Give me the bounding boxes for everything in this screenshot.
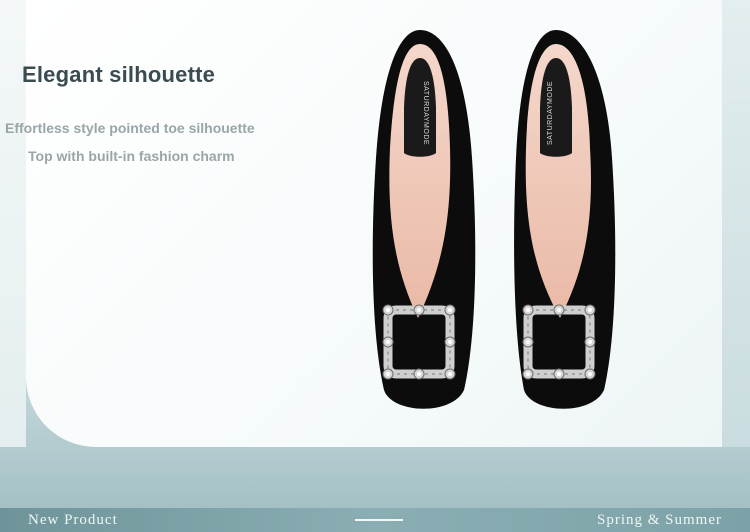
footer-new-product: New Product — [28, 512, 118, 528]
left-shoe: SATURDAYMODE — [372, 30, 476, 409]
footer-divider — [355, 519, 403, 521]
footer-season: Spring & Summer — [596, 512, 722, 528]
headline: Elegant silhouette — [22, 62, 216, 87]
right-shoe: SATURDAYMODE — [514, 30, 616, 409]
footer-bar: New Product Spring & Summer — [0, 508, 750, 532]
background-right-strip — [722, 0, 750, 447]
product-image-shoes: SATURDAYMODE SATURDAYMODE — [372, 30, 616, 409]
insole-brand-left: SATURDAYMODE — [422, 81, 429, 145]
feature-line-2: Top with built-in fashion charm — [28, 148, 235, 164]
insole-brand-right: SATURDAYMODE — [547, 81, 554, 145]
feature-line-1: Effortless style pointed toe silhouette — [5, 120, 255, 136]
